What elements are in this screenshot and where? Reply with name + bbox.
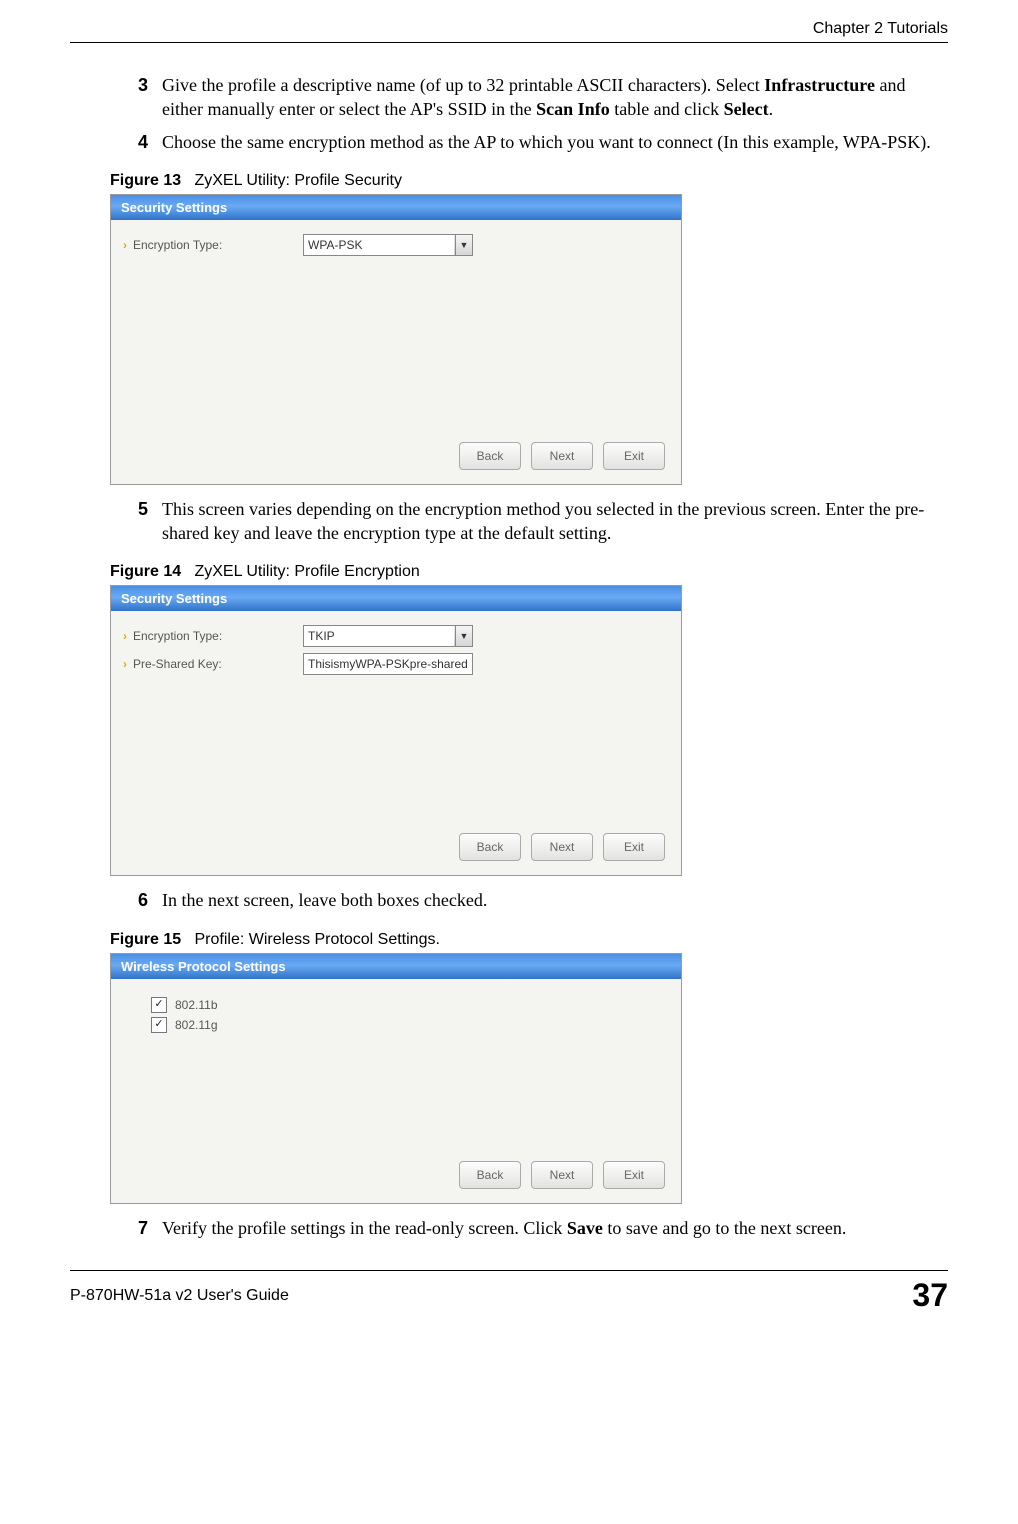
footer-rule (70, 1270, 948, 1271)
step-7-number: 7 (130, 1216, 148, 1240)
dropdown-arrow-icon[interactable]: ▼ (455, 234, 473, 256)
step-6-text: In the next screen, leave both boxes che… (162, 888, 948, 912)
step-4-number: 4 (130, 130, 148, 154)
encryption-type-select-fig14[interactable] (303, 625, 473, 647)
figure-13-caption: Figure 13 ZyXEL Utility: Profile Securit… (110, 172, 948, 190)
step-4: 4 Choose the same encryption method as t… (130, 130, 948, 154)
checkbox-label-80211b: 802.11b (175, 998, 218, 1012)
step-5: 5 This screen varies depending on the en… (130, 497, 948, 546)
dropdown-arrow-icon[interactable]: ▼ (455, 625, 473, 647)
step-4-text: Choose the same encryption method as the… (162, 130, 948, 154)
bullet-icon: › (123, 238, 127, 252)
figure-13-window: Security Settings ›Encryption Type: ▼ Ba… (110, 194, 682, 485)
step-5-number: 5 (130, 497, 148, 521)
chapter-label: Chapter 2 Tutorials (813, 20, 948, 38)
next-button[interactable]: Next (531, 833, 593, 861)
figure-15-titlebar: Wireless Protocol Settings (111, 954, 681, 979)
page-header: Chapter 2 Tutorials (70, 20, 948, 42)
page-number: 37 (912, 1277, 948, 1314)
figure-14-caption: Figure 14 ZyXEL Utility: Profile Encrypt… (110, 563, 948, 581)
bullet-icon: › (123, 629, 127, 643)
step-7: 7 Verify the profile settings in the rea… (130, 1216, 948, 1240)
exit-button[interactable]: Exit (603, 1161, 665, 1189)
figure-13-titlebar: Security Settings (111, 195, 681, 220)
back-button[interactable]: Back (459, 442, 521, 470)
encryption-type-select-fig13[interactable] (303, 234, 473, 256)
step-5-text: This screen varies depending on the encr… (162, 497, 948, 546)
preshared-key-input[interactable] (303, 653, 473, 675)
checkbox-80211b[interactable]: ✓ (151, 997, 167, 1013)
next-button[interactable]: Next (531, 1161, 593, 1189)
next-button[interactable]: Next (531, 442, 593, 470)
figure-15-caption: Figure 15 Profile: Wireless Protocol Set… (110, 931, 948, 949)
exit-button[interactable]: Exit (603, 833, 665, 861)
header-rule (70, 42, 948, 43)
step-3-number: 3 (130, 73, 148, 97)
exit-button[interactable]: Exit (603, 442, 665, 470)
checkbox-row-80211g: ✓ 802.11g (151, 1017, 665, 1033)
step-6: 6 In the next screen, leave both boxes c… (130, 888, 948, 912)
encryption-type-label: ›Encryption Type: (123, 238, 303, 252)
figure-15-window: Wireless Protocol Settings ✓ 802.11b ✓ 8… (110, 953, 682, 1204)
checkbox-80211g[interactable]: ✓ (151, 1017, 167, 1033)
figure-14-titlebar: Security Settings (111, 586, 681, 611)
page-footer: P-870HW-51a v2 User's Guide 37 (70, 1277, 948, 1314)
back-button[interactable]: Back (459, 833, 521, 861)
guide-title: P-870HW-51a v2 User's Guide (70, 1287, 289, 1305)
step-7-text: Verify the profile settings in the read-… (162, 1216, 948, 1240)
checkbox-label-80211g: 802.11g (175, 1018, 218, 1032)
checkbox-row-80211b: ✓ 802.11b (151, 997, 665, 1013)
step-6-number: 6 (130, 888, 148, 912)
encryption-type-label-fig14: ›Encryption Type: (123, 629, 303, 643)
step-3: 3 Give the profile a descriptive name (o… (130, 73, 948, 122)
figure-14-window: Security Settings ›Encryption Type: ▼ ›P… (110, 585, 682, 876)
step-3-text: Give the profile a descriptive name (of … (162, 73, 948, 122)
preshared-key-label: ›Pre-Shared Key: (123, 657, 303, 671)
back-button[interactable]: Back (459, 1161, 521, 1189)
bullet-icon: › (123, 657, 127, 671)
